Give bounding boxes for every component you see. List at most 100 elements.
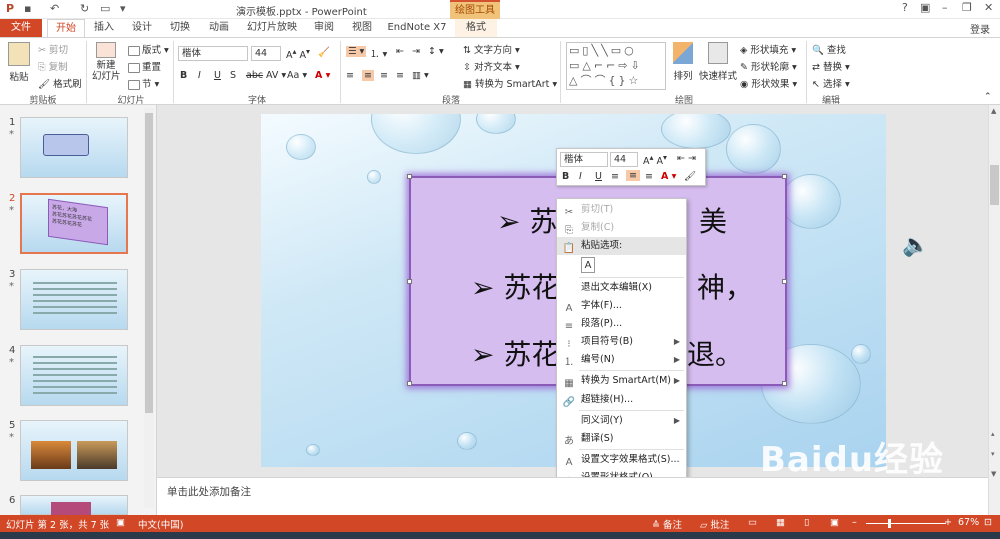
convert-smartart-button[interactable]: ▦ 转换为 SmartArt ▾: [463, 76, 557, 90]
tab-animations[interactable]: 动画: [203, 19, 235, 37]
help-button[interactable]: ?: [902, 1, 908, 14]
menu-exit-text-edit[interactable]: 退出文本编辑(X): [557, 279, 686, 297]
replace-button[interactable]: ⇄ 替换 ▾: [812, 59, 850, 73]
resize-handle[interactable]: [407, 381, 412, 386]
mini-bold-button[interactable]: B: [562, 171, 569, 182]
shadow-button[interactable]: S: [230, 70, 236, 81]
shape-outline-button[interactable]: ✎ 形状轮廓 ▾: [740, 59, 797, 73]
align-right-button[interactable]: ≡: [380, 70, 388, 81]
italic-button[interactable]: I: [198, 70, 201, 81]
mini-align-right-button[interactable]: ≡: [645, 171, 653, 182]
numbering-button[interactable]: ⒈ ▾: [370, 46, 387, 60]
section-button[interactable]: 节 ▾: [128, 76, 159, 90]
slide-line-2[interactable]: ➢ 苏花: [471, 266, 559, 306]
resize-handle[interactable]: [782, 174, 787, 179]
normal-view-icon[interactable]: ▭: [748, 517, 757, 528]
underline-button[interactable]: U: [214, 70, 221, 81]
tab-transitions[interactable]: 切换: [164, 19, 196, 37]
tab-view[interactable]: 视图: [346, 19, 378, 37]
slide-thumbnail-6[interactable]: [20, 495, 128, 516]
restore-button[interactable]: ❐: [962, 1, 972, 14]
undo-icon[interactable]: ↶: [50, 2, 59, 15]
bold-button[interactable]: B: [180, 70, 187, 81]
reading-view-icon[interactable]: ▯: [804, 517, 809, 528]
slide-thumbnail-3[interactable]: [20, 269, 128, 330]
scroll-up-page-icon[interactable]: ▴: [991, 430, 995, 438]
notes-placeholder[interactable]: 单击此处添加备注: [167, 484, 251, 499]
shapes-gallery[interactable]: ▭▯╲╲▭○ ▭△⌐⌐⇨⇩ △⌒⌒{}☆: [566, 42, 666, 90]
speaker-icon[interactable]: 🔈: [902, 233, 929, 258]
shape-effects-button[interactable]: ◉ 形状效果 ▾: [740, 76, 797, 90]
mini-size-combo[interactable]: 44: [610, 152, 638, 167]
slide-sorter-icon[interactable]: ▦: [776, 517, 785, 528]
mini-format-painter-icon[interactable]: 🖌: [684, 171, 696, 182]
mini-font-combo[interactable]: 楷体: [560, 152, 608, 167]
slide-line-3-tail[interactable]: 退。: [687, 333, 743, 373]
menu-format-text-effects[interactable]: A 设置文字效果格式(S)...: [557, 451, 686, 469]
start-presentation-icon[interactable]: ▭: [100, 2, 110, 15]
resize-handle[interactable]: [407, 174, 412, 179]
layout-button[interactable]: 版式 ▾: [128, 42, 169, 56]
change-case-button[interactable]: Aa ▾: [287, 70, 307, 81]
justify-button[interactable]: ≡: [396, 70, 404, 81]
tab-file[interactable]: 文件: [0, 19, 42, 37]
copy-button[interactable]: ⎘ 复制: [38, 59, 68, 73]
menu-synonyms[interactable]: 同义词(Y) ▶: [557, 412, 686, 430]
menu-paragraph[interactable]: ≡ 段落(P)...: [557, 315, 686, 333]
scroll-down-page-icon[interactable]: ▾: [991, 450, 995, 458]
notes-toggle[interactable]: ≙ 备注: [652, 517, 682, 531]
slide-thumbnail-1[interactable]: [20, 117, 128, 178]
mini-align-center-button[interactable]: ≡: [626, 170, 640, 181]
save-icon[interactable]: ▪: [24, 2, 31, 15]
clear-formatting-icon[interactable]: 🧹: [318, 47, 330, 58]
decrease-indent-button[interactable]: ⇤: [396, 46, 404, 57]
tab-slideshow[interactable]: 幻灯片放映: [242, 19, 302, 37]
slide-scrollbar[interactable]: ▲ ▴ ▾ ▼: [988, 105, 1000, 515]
menu-cut[interactable]: ✂ 剪切(T): [557, 201, 686, 219]
tab-insert[interactable]: 插入: [88, 19, 120, 37]
menu-paste-options[interactable]: 📋 粘贴选项:: [557, 237, 686, 255]
scrollbar-thumb[interactable]: [145, 113, 153, 413]
zoom-level[interactable]: 67%: [958, 517, 979, 528]
font-size-combo[interactable]: 44: [251, 46, 281, 61]
tab-format[interactable]: 格式: [455, 19, 497, 37]
zoom-slider-thumb[interactable]: [888, 519, 891, 528]
collapse-ribbon-icon[interactable]: ⌃: [984, 92, 992, 102]
align-text-button[interactable]: ⇳ 对齐文本 ▾: [463, 59, 520, 73]
tab-home[interactable]: 开始: [47, 19, 85, 37]
paste-keep-text-icon[interactable]: A: [581, 257, 595, 273]
line-spacing-button[interactable]: ↕ ▾: [428, 46, 444, 57]
scroll-up-icon[interactable]: ▲: [991, 107, 996, 115]
mini-italic-button[interactable]: I: [579, 171, 582, 182]
slide-line-1[interactable]: ➢ 苏: [497, 200, 557, 240]
slide-thumbnail-5[interactable]: [20, 420, 128, 481]
arrange-button[interactable]: 排列: [670, 42, 696, 82]
menu-numbering[interactable]: ⒈ 编号(N) ▶: [557, 351, 686, 369]
slide-line-2-tail[interactable]: 神，: [697, 266, 753, 306]
slideshow-icon[interactable]: ▣: [830, 517, 839, 528]
bullets-button[interactable]: ☰ ▾: [346, 46, 367, 57]
customize-qat-icon[interactable]: ▾: [120, 2, 126, 15]
tab-review[interactable]: 审阅: [308, 19, 340, 37]
zoom-slider[interactable]: [866, 523, 946, 524]
reset-button[interactable]: 重置: [128, 59, 161, 73]
align-center-button[interactable]: ≡: [362, 70, 374, 81]
menu-bullets[interactable]: ⁝ 项目符号(B) ▶: [557, 333, 686, 351]
strikethrough-button[interactable]: abc: [246, 70, 263, 81]
mini-font-color-button[interactable]: A ▾: [661, 171, 676, 182]
increase-indent-button[interactable]: ⇥: [412, 46, 420, 57]
mini-align-left-button[interactable]: ≡: [611, 171, 619, 182]
grow-shrink-font-buttons[interactable]: A▴ A▾: [286, 47, 310, 61]
char-spacing-button[interactable]: AV ▾: [266, 70, 286, 81]
select-button[interactable]: ↖ 选择 ▾: [812, 76, 850, 90]
fit-slide-icon[interactable]: ⊡: [984, 517, 992, 528]
zoom-out-button[interactable]: –: [852, 517, 857, 528]
resize-handle[interactable]: [407, 279, 412, 284]
minimize-button[interactable]: –: [942, 1, 948, 14]
menu-hyperlink[interactable]: 🔗 超链接(H)...: [557, 391, 686, 409]
find-button[interactable]: 🔍 查找: [812, 42, 846, 56]
menu-convert-smartart[interactable]: ▦ 转换为 SmartArt(M) ▶: [557, 372, 686, 390]
menu-translate[interactable]: あ翻译(S): [557, 430, 686, 448]
ribbon-display-icon[interactable]: ▣: [920, 1, 930, 14]
mini-indent-buttons[interactable]: ⇤ ⇥: [677, 153, 696, 164]
